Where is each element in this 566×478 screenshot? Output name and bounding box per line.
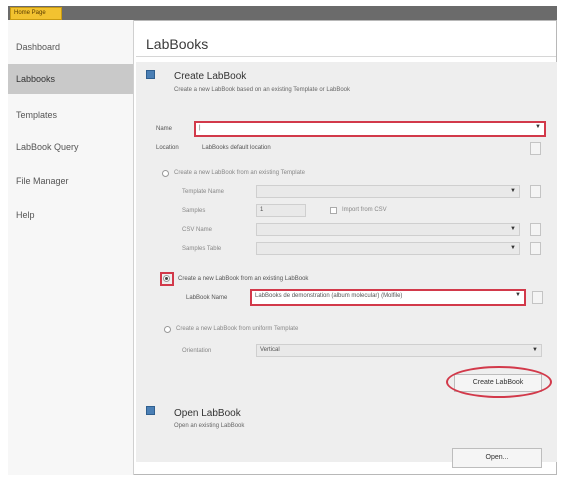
dropdown-arrow-icon: ▼	[532, 347, 538, 353]
collapse-icon[interactable]	[146, 70, 155, 79]
title-bar	[8, 6, 557, 20]
samples-input[interactable]: 1	[256, 204, 306, 217]
from-labbook-label: Create a new LabBook from an existing La…	[178, 276, 309, 282]
dropdown-arrow-icon: ▼	[510, 188, 516, 194]
open-button[interactable]: Open...	[452, 448, 542, 468]
name-label: Name	[156, 126, 173, 132]
orientation-label: Orientation	[182, 348, 212, 354]
page-title: LabBooks	[146, 36, 209, 52]
expand-icon[interactable]	[146, 406, 155, 415]
location-browse-button[interactable]	[530, 142, 541, 155]
create-section-subtitle: Create a new LabBook based on an existin…	[174, 87, 351, 93]
highlight-ellipse	[446, 366, 552, 398]
template-name-dropdown[interactable]: ▼	[256, 185, 520, 198]
template-name-label: Template Name	[182, 189, 225, 195]
from-template-radio[interactable]	[162, 170, 169, 177]
labbook-name-label: LabBook Name	[186, 295, 228, 301]
name-input-value: |	[199, 125, 201, 131]
sidebar-item-dashboard[interactable]: Dashboard	[8, 32, 133, 62]
create-section-title: Create LabBook	[174, 71, 247, 82]
open-section-title: Open LabBook	[174, 408, 241, 419]
labbook-name-dropdown[interactable]: LabBooks de demonstration (album molecul…	[250, 289, 526, 306]
sidebar-item-templates[interactable]: Templates	[8, 100, 133, 130]
labbook-browse-button[interactable]	[532, 291, 543, 304]
csv-name-dropdown[interactable]: ▼	[256, 223, 520, 236]
dropdown-arrow-icon[interactable]: ▼	[515, 291, 521, 300]
from-labbook-radio[interactable]	[163, 275, 170, 282]
location-label: Location	[156, 145, 179, 151]
dropdown-arrow-icon[interactable]: ▼	[535, 123, 541, 132]
sidebar-item-labbook-query[interactable]: LabBook Query	[8, 132, 133, 162]
name-input[interactable]: | ▼	[194, 121, 546, 137]
labbook-name-value: LabBooks de demonstration (album molecul…	[255, 293, 403, 299]
from-template-label: Create a new LabBook from an existing Te…	[174, 170, 305, 176]
orientation-dropdown[interactable]: Vertical ▼	[256, 344, 542, 357]
csv-name-label: CSV Name	[182, 227, 213, 233]
from-uniform-label: Create a new LabBook from uniform Templa…	[176, 326, 299, 332]
sidebar-item-file-manager[interactable]: File Manager	[8, 166, 133, 196]
template-browse-button[interactable]	[530, 185, 541, 198]
samples-table-dropdown[interactable]: ▼	[256, 242, 520, 255]
sidebar-item-help[interactable]: Help	[8, 200, 133, 230]
dropdown-arrow-icon: ▼	[510, 226, 516, 232]
from-uniform-radio[interactable]	[164, 326, 171, 333]
title-divider	[136, 56, 556, 57]
sidebar: Dashboard Labbooks Templates LabBook Que…	[8, 20, 134, 475]
open-section-subtitle: Open an existing LabBook	[174, 423, 245, 429]
csv-browse-button[interactable]	[530, 223, 541, 236]
import-csv-label: Import from CSV	[342, 207, 387, 213]
import-csv-checkbox[interactable]	[330, 207, 337, 214]
samples-table-browse-button[interactable]	[530, 242, 541, 255]
samples-label: Samples	[182, 208, 206, 214]
tab-home-page[interactable]: Home Page	[10, 7, 62, 20]
orientation-value: Vertical	[260, 347, 280, 353]
samples-table-label: Samples Table	[182, 246, 222, 252]
location-value: LabBooks default location	[202, 145, 271, 151]
dropdown-arrow-icon: ▼	[510, 245, 516, 251]
sidebar-item-labbooks[interactable]: Labbooks	[8, 64, 133, 94]
